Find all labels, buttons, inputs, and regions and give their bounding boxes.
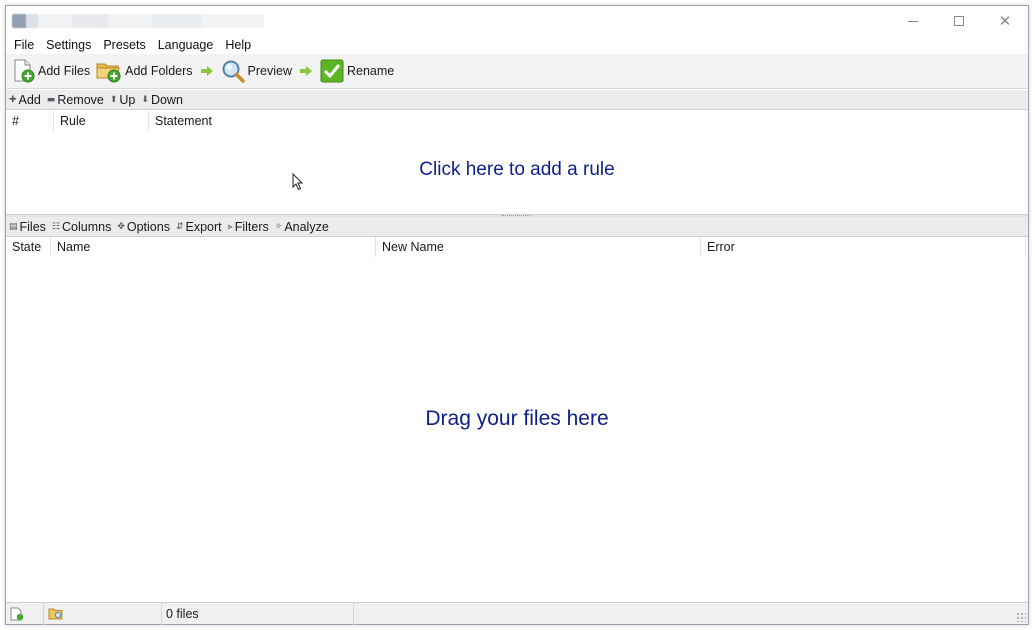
rename-label: Rename	[346, 64, 395, 78]
options-menu-button[interactable]: ✥ Options	[117, 220, 170, 234]
analyze-menu-label: Analyze	[284, 219, 329, 234]
status-folder-button[interactable]	[44, 602, 162, 625]
files-menu-label: Files	[19, 219, 46, 234]
analyze-icon: ✧	[274, 221, 283, 232]
move-down-label: Down	[150, 92, 183, 107]
new-file-icon	[10, 607, 24, 620]
close-button[interactable]: ✕	[982, 6, 1028, 36]
add-rule-button[interactable]: ✚ Add	[9, 93, 41, 107]
add-files-button[interactable]: Add Files	[10, 56, 93, 86]
files-toolbar: ▤ Files ☷ Columns ✥ Options ⇵ Export ⫸ F…	[6, 217, 1028, 237]
status-empty	[354, 603, 1028, 625]
arrow-right-icon	[299, 56, 313, 86]
file-count: 0 files	[162, 602, 354, 625]
add-rule-hint[interactable]: Click here to add a rule	[6, 159, 1028, 181]
menu-help[interactable]: Help	[219, 38, 257, 52]
files-list[interactable]: State Name New Name Error Drag your file…	[6, 237, 1028, 602]
analyze-menu-button[interactable]: ✧ Analyze	[275, 220, 329, 234]
columns-icon: ☷	[51, 221, 60, 232]
files-header: State Name New Name Error	[6, 237, 1028, 257]
columns-menu-button[interactable]: ☷ Columns	[52, 220, 111, 234]
options-icon: ✥	[117, 221, 125, 232]
app-window: ✕ File Settings Presets Language Help Ad…	[5, 5, 1029, 625]
minimize-icon	[908, 20, 918, 22]
preview-button[interactable]: Preview	[218, 56, 295, 86]
add-files-label: Add Files	[38, 64, 91, 78]
files-menu-button[interactable]: ▤ Files	[9, 220, 46, 234]
menu-language[interactable]: Language	[152, 38, 220, 52]
move-down-button[interactable]: ⬇ Down	[141, 93, 183, 107]
app-title-redacted	[12, 14, 264, 28]
resize-grip-icon[interactable]	[1016, 612, 1026, 622]
arrow-right-icon	[200, 56, 214, 86]
add-folders-button[interactable]: Add Folders	[93, 56, 195, 86]
minus-icon: ▬	[46, 94, 56, 105]
maximize-button[interactable]	[936, 6, 982, 36]
drag-files-hint: Drag your files here	[425, 407, 609, 430]
close-icon: ✕	[998, 12, 1012, 30]
arrow-down-icon: ⬇	[141, 94, 149, 105]
plus-icon: ✚	[9, 94, 17, 105]
add-folder-icon	[96, 63, 121, 83]
rules-toolbar: ✚ Add ▬ Remove ⬆ Up ⬇ Down	[6, 90, 1028, 110]
column-header-error[interactable]: Error	[701, 237, 1026, 257]
filter-icon: ⫸	[227, 221, 233, 232]
add-rule-label: Add	[18, 92, 41, 107]
magnifier-icon	[222, 60, 245, 83]
move-up-button[interactable]: ⬆ Up	[110, 93, 136, 107]
filters-menu-button[interactable]: ⫸ Filters	[228, 220, 269, 234]
checkmark-icon	[320, 59, 344, 83]
column-header-name[interactable]: Name	[51, 237, 376, 257]
column-header-new-name[interactable]: New Name	[376, 237, 701, 257]
column-header-state[interactable]: State	[6, 237, 51, 257]
rules-header: # Rule Statement	[6, 111, 1028, 131]
column-header-number[interactable]: #	[6, 111, 54, 131]
folder-search-icon	[48, 608, 63, 619]
menu-settings[interactable]: Settings	[40, 38, 97, 52]
menu-bar: File Settings Presets Language Help	[6, 36, 1028, 54]
menu-presets[interactable]: Presets	[97, 38, 151, 52]
filters-menu-label: Filters	[234, 219, 269, 234]
column-header-rule[interactable]: Rule	[54, 111, 149, 131]
title-bar: ✕	[6, 6, 1028, 36]
status-bar: 0 files	[6, 602, 1028, 625]
preview-label: Preview	[247, 64, 292, 78]
move-up-label: Up	[119, 92, 136, 107]
remove-rule-label: Remove	[57, 92, 104, 107]
files-icon: ▤	[9, 221, 18, 232]
arrow-up-icon: ⬆	[109, 94, 118, 105]
main-toolbar: Add Files Add Folders Preview Rename	[6, 54, 1028, 89]
remove-rule-button[interactable]: ▬ Remove	[47, 93, 104, 107]
minimize-button[interactable]	[890, 6, 936, 36]
add-folders-label: Add Folders	[125, 64, 193, 78]
maximize-icon	[954, 16, 964, 26]
rules-list[interactable]: # Rule Statement Click here to add a rul…	[6, 111, 1028, 214]
rename-button[interactable]: Rename	[317, 56, 397, 86]
menu-file[interactable]: File	[8, 38, 40, 52]
mouse-pointer-icon	[292, 173, 304, 191]
export-icon: ⇵	[175, 221, 184, 232]
options-menu-label: Options	[126, 219, 170, 234]
columns-menu-label: Columns	[62, 219, 112, 234]
column-header-statement[interactable]: Statement	[149, 111, 212, 131]
export-menu-label: Export	[185, 219, 222, 234]
export-menu-button[interactable]: ⇵ Export	[176, 220, 222, 234]
add-file-icon	[14, 59, 35, 83]
status-add-file-button[interactable]	[6, 602, 44, 625]
